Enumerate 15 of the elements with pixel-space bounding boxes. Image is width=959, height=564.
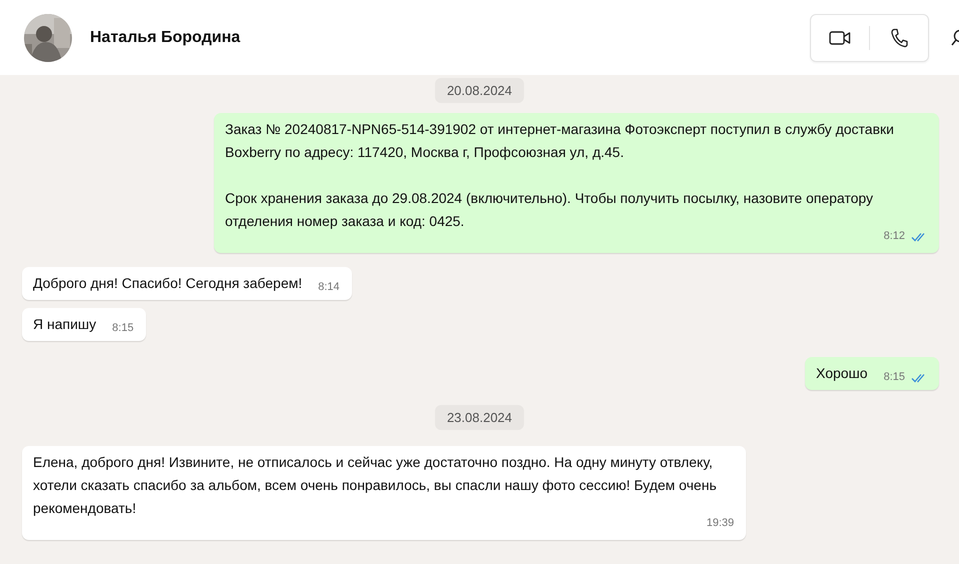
message-time: 8:14 <box>318 280 340 295</box>
phone-icon <box>890 28 908 48</box>
date-label: 20.08.2024 <box>434 78 524 103</box>
message-time: 19:39 <box>706 516 734 531</box>
video-camera-icon <box>829 30 851 46</box>
message-text: Елена, доброго дня! Извините, не отписалось и сейчас уже достаточно поздно. На одну минуту отвлеку, хотели сказать спасибо за альбом, всем очень понравилось, вы спасли нашу фото сессию! Будем очень рекомендовать! <box>33 453 718 518</box>
contact-name: Наталья Бородина <box>90 28 240 46</box>
message-text: Я напишу <box>33 315 96 334</box>
message-time: 8:12 <box>884 229 905 244</box>
date-label: 23.08.2024 <box>434 405 524 430</box>
message-text: Заказ № 20240817-NPN65-514-391902 от интернет-магазина Фотоэксперт поступил в службу доставки Boxberry по адресу: 117420, Москва г, Профсоюзная ул, д.45. Срок хранения заказа до 29.08.2024 (включительно). Чтобы получить посылку, назовите оператору отделения номер заказа и код: 0425. <box>225 120 895 231</box>
message-text: Доброго дня! Спасибо! Сегодня заберем! <box>33 274 302 293</box>
message-time: 8:15 <box>112 321 134 336</box>
message-text: Хорошо <box>816 364 868 383</box>
message-time: 8:15 <box>884 370 905 385</box>
